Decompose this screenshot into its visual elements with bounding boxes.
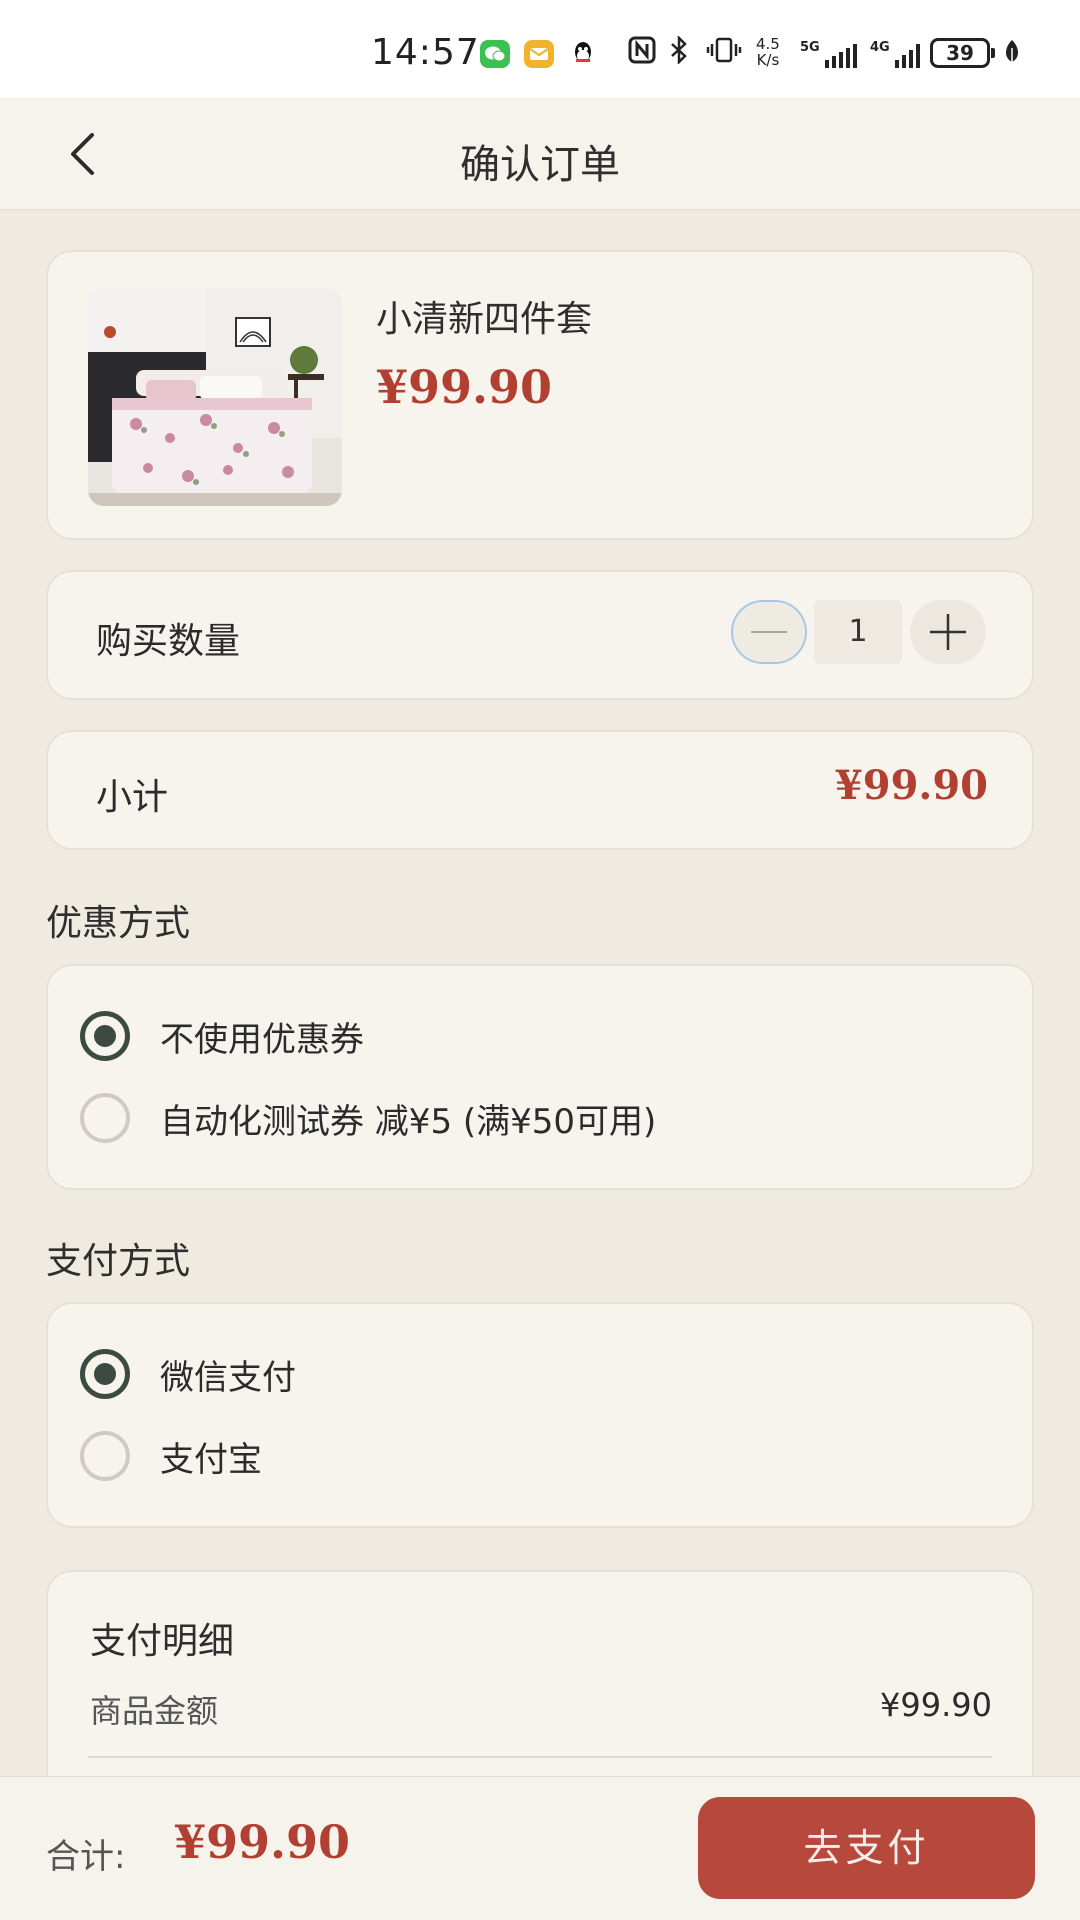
divider [88,1756,992,1758]
nfc-icon [628,36,656,70]
battery-icon: 39 [930,38,995,68]
quantity-card: 购买数量 1 [46,570,1034,700]
total-value: ¥99.90 [174,1815,351,1869]
status-bar: 14:57 4.5 K/s 5G 4G 39 [0,0,1080,98]
total-label: 合计: [46,1837,126,1877]
payment-detail-title: 支付明细 [90,1621,235,1662]
coupon-card: 不使用优惠券 自动化测试券 减¥5 (满¥50可用) [46,964,1034,1190]
subtotal-label: 小计 [96,777,169,818]
payment-option-label: 微信支付 [160,1357,296,1398]
coupon-option-auto-test[interactable]: 自动化测试券 减¥5 (满¥50可用) [80,1088,656,1148]
coupon-option-label: 自动化测试券 减¥5 (满¥50可用) [160,1101,657,1142]
nav-bar: 确认订单 [0,98,1080,210]
minus-icon [751,631,787,633]
quantity-value[interactable]: 1 [814,600,902,664]
subtotal-value: ¥99.90 [834,762,988,809]
product-name: 小清新四件套 [376,299,593,340]
qq-notification-icon [568,40,598,68]
signal-5g-icon: 5G [800,40,857,68]
radio-unchecked-icon [80,1431,130,1481]
pay-button[interactable]: 去支付 [698,1797,1035,1899]
vibrate-icon [706,36,742,70]
power-saving-leaf-icon [1002,38,1022,70]
product-card: 小清新四件套 ¥99.90 [46,250,1034,540]
coupon-option-none[interactable]: 不使用优惠券 [80,1006,364,1066]
subtotal-card: 小计 ¥99.90 [46,730,1034,850]
payment-method-card: 微信支付 支付宝 [46,1302,1034,1528]
quantity-decrease-button[interactable] [731,600,807,664]
detail-row-label: 商品金额 [90,1692,219,1730]
radio-unchecked-icon [80,1093,130,1143]
network-speed: 4.5 K/s [756,35,780,69]
product-price: ¥99.90 [376,360,553,414]
radio-checked-icon [80,1349,130,1399]
payment-section-title: 支付方式 [46,1241,191,1282]
checkout-bar: 合计: ¥99.90 去支付 [0,1776,1080,1920]
payment-option-label: 支付宝 [160,1439,262,1480]
quantity-label: 购买数量 [96,621,241,662]
page-title: 确认订单 [460,142,620,188]
radio-checked-icon [80,1011,130,1061]
bluetooth-icon [668,34,690,70]
signal-4g-icon: 4G [870,40,920,68]
status-time: 14:57 [371,32,480,73]
coupon-option-label: 不使用优惠券 [160,1019,364,1060]
detail-row-value: ¥99.90 [880,1686,992,1724]
mail-notification-icon [524,40,554,68]
coupon-section-title: 优惠方式 [46,903,191,944]
plus-icon [930,614,966,650]
wechat-notification-icon [480,40,510,68]
payment-option-wechat[interactable]: 微信支付 [80,1344,296,1404]
quantity-increase-button[interactable] [910,600,986,664]
product-image [88,288,342,506]
payment-option-alipay[interactable]: 支付宝 [80,1426,262,1486]
